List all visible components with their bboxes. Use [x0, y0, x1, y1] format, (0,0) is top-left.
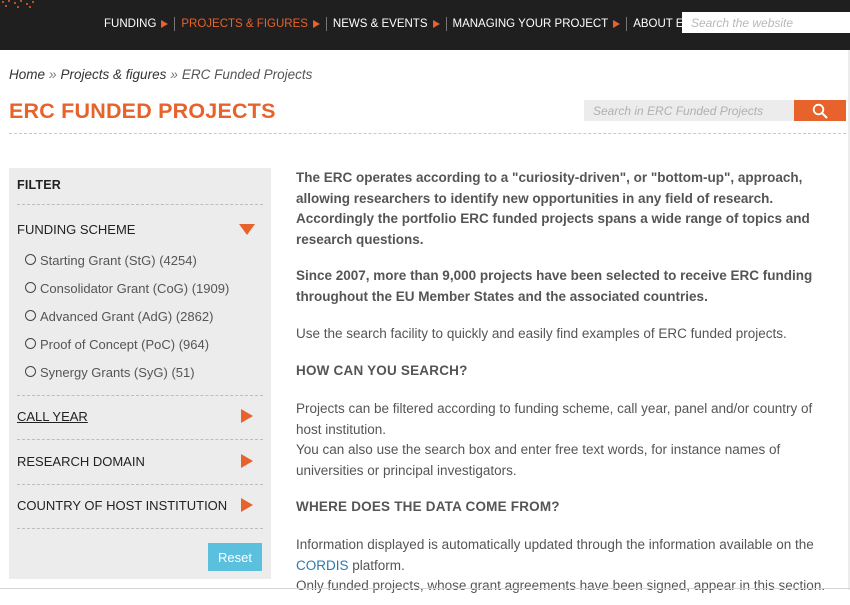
- filter-section-label: COUNTRY OF HOST INSTITUTION: [17, 498, 228, 513]
- funding-option-consolidator-grant[interactable]: Consolidator Grant (CoG) (1909): [25, 281, 229, 296]
- caret-right-icon: [312, 20, 320, 28]
- erc-logo-fragment[interactable]: [0, 0, 40, 10]
- radio-button[interactable]: [25, 338, 36, 349]
- filter-funding-scheme-toggle[interactable]: FUNDING SCHEME: [17, 222, 263, 237]
- magnifier-icon: [812, 103, 828, 118]
- where-heading: WHERE DOES THE DATA COME FROM?: [296, 499, 560, 514]
- window-bottom-edge: [0, 588, 850, 589]
- caret-right-icon: [432, 20, 440, 28]
- filter-country-toggle[interactable]: COUNTRY OF HOST INSTITUTION: [17, 498, 263, 513]
- radio-button[interactable]: [25, 254, 36, 265]
- how-heading: HOW CAN YOU SEARCH?: [296, 363, 468, 378]
- breadcrumb: Home» Projects & figures» ERC Funded Proje…: [9, 67, 312, 82]
- filter-divider: [17, 528, 263, 529]
- where-text-end: platform.: [352, 557, 405, 573]
- nav-item-label: PROJECTS & FIGURES: [181, 18, 308, 30]
- breadcrumb-projects-link[interactable]: Projects & figures: [61, 67, 167, 82]
- where-text: Information displayed is automatically u…: [296, 537, 814, 552]
- breadcrumb-home-link[interactable]: Home: [9, 67, 45, 82]
- filter-research-domain-toggle[interactable]: RESEARCH DOMAIN: [17, 454, 263, 469]
- intro-paragraph: The ERC operates according to a "curiosi…: [296, 170, 810, 247]
- nav-divider: [445, 17, 447, 31]
- nav-divider: [325, 17, 327, 31]
- option-label: Proof of Concept (PoC) (964): [40, 337, 210, 352]
- triangle-down-icon: [239, 224, 255, 235]
- filter-section-label: CALL YEAR: [17, 409, 88, 424]
- caret-right-icon: [613, 20, 621, 28]
- radio-button[interactable]: [25, 366, 36, 377]
- caret-right-icon: [161, 20, 169, 28]
- main-nav: FUNDING PROJECTS & FIGURES NEWS & EVENTS…: [104, 17, 713, 31]
- title-divider: [9, 133, 846, 134]
- where-paragraph: Information displayed is automatically u…: [296, 535, 836, 576]
- funding-option-synergy-grants[interactable]: Synergy Grants (SyG) (51): [25, 365, 195, 380]
- since-paragraph: Since 2007, more than 9,000 projects hav…: [296, 268, 813, 304]
- nav-item-projects-figures[interactable]: PROJECTS & FIGURES: [181, 18, 320, 30]
- radio-button[interactable]: [25, 310, 36, 321]
- page-title: ERC FUNDED PROJECTS: [9, 99, 276, 123]
- nav-item-label: NEWS & EVENTS: [332, 18, 428, 30]
- nav-divider: [626, 17, 628, 31]
- top-navigation-bar: FUNDING PROJECTS & FIGURES NEWS & EVENTS…: [0, 0, 850, 50]
- breadcrumb-current: ERC Funded Projects: [181, 67, 313, 82]
- triangle-right-icon: [241, 498, 253, 512]
- option-label: Consolidator Grant (CoG) (1909): [40, 281, 230, 296]
- filter-divider: [17, 395, 263, 396]
- nav-item-label: MANAGING YOUR PROJECT: [452, 18, 609, 30]
- breadcrumb-separator: »: [170, 67, 178, 82]
- radio-button[interactable]: [25, 282, 36, 293]
- filter-divider: [17, 484, 263, 485]
- how-paragraph-2: You can also use the search box and ente…: [296, 442, 781, 478]
- use-paragraph: Use the search facility to quickly and e…: [296, 326, 787, 341]
- projects-search-button[interactable]: [794, 100, 846, 121]
- funding-option-proof-of-concept[interactable]: Proof of Concept (PoC) (964): [25, 337, 209, 352]
- nav-item-news-events[interactable]: NEWS & EVENTS: [333, 18, 440, 30]
- only-paragraph: Only funded projects, whose grant agreem…: [296, 578, 826, 593]
- projects-search-input[interactable]: [584, 100, 794, 121]
- funding-option-advanced-grant[interactable]: Advanced Grant (AdG) (2862): [25, 309, 213, 324]
- filter-section-label: RESEARCH DOMAIN: [17, 454, 145, 469]
- triangle-right-icon: [241, 409, 253, 423]
- triangle-right-icon: [241, 454, 253, 468]
- funding-option-starting-grant[interactable]: Starting Grant (StG) (4254): [25, 253, 197, 268]
- how-paragraph-1: Projects can be filtered according to fu…: [296, 401, 813, 437]
- filter-divider: [17, 439, 263, 440]
- filter-divider: [17, 204, 263, 205]
- reset-button[interactable]: Reset: [208, 543, 262, 571]
- breadcrumb-separator: »: [49, 67, 57, 82]
- site-search-input[interactable]: [682, 12, 850, 33]
- nav-item-label: FUNDING: [104, 18, 157, 30]
- option-label: Advanced Grant (AdG) (2862): [40, 309, 214, 324]
- nav-item-funding[interactable]: FUNDING: [104, 18, 169, 30]
- option-label: Starting Grant (StG) (4254): [40, 253, 197, 268]
- cordis-link[interactable]: CORDIS: [296, 558, 349, 573]
- filter-panel: FILTER FUNDING SCHEME Starting Grant (St…: [9, 168, 271, 579]
- filter-heading: FILTER: [17, 178, 62, 192]
- filter-section-label: FUNDING SCHEME: [17, 222, 136, 237]
- nav-divider: [174, 17, 176, 31]
- nav-item-managing-your-project[interactable]: MANAGING YOUR PROJECT: [453, 18, 621, 30]
- option-label: Synergy Grants (SyG) (51): [40, 365, 195, 380]
- filter-call-year-toggle[interactable]: CALL YEAR: [17, 409, 263, 424]
